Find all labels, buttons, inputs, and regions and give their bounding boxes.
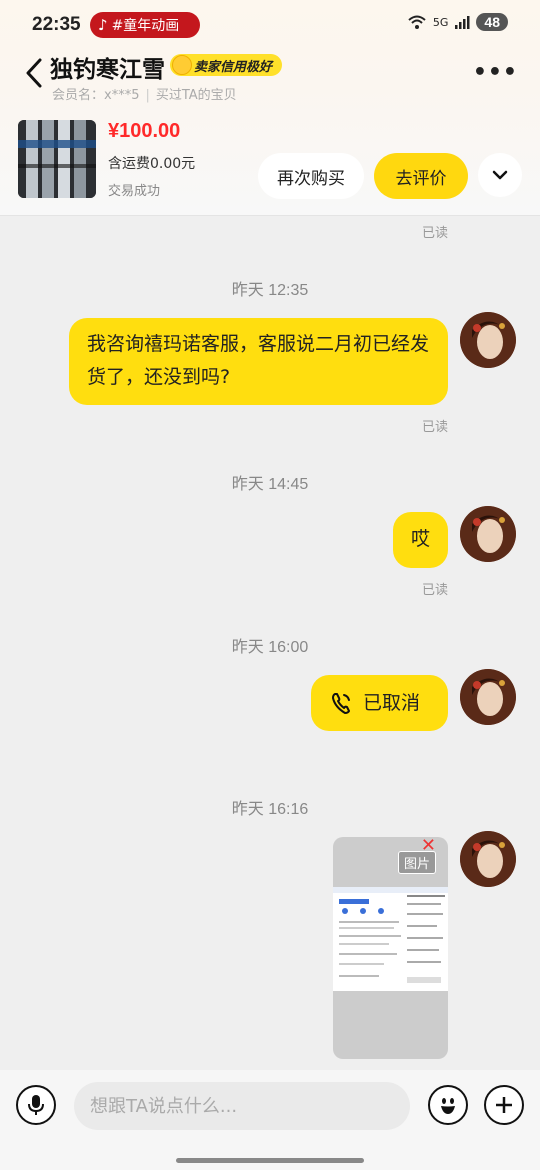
review-button[interactable]: 去评价 (374, 153, 468, 199)
member-info: 会员名：x***5 | 买过TA的宝贝 (52, 84, 237, 103)
fishing-rod-image (18, 120, 96, 198)
avatar-portrait-icon (460, 312, 516, 368)
status-bar: 22:35 ♪ #童年动画 5G 48 (0, 0, 540, 50)
message-bubble[interactable]: 我咨询禧玛诺客服，客服说二月初已经发货了，还没到吗? (69, 318, 448, 405)
avatar-portrait-icon (460, 831, 516, 887)
network-type: 5G (432, 15, 449, 29)
battery-indicator: 48 (476, 13, 508, 31)
image-message[interactable]: ✕ 图片 (333, 837, 448, 1059)
avatar[interactable] (460, 312, 516, 368)
order-price: ¥100.00 (108, 120, 181, 142)
message-timestamp: 昨天 16:16 (231, 801, 309, 818)
screenshot-thumbnail (333, 887, 448, 991)
message-bubble[interactable]: 哎 (393, 512, 448, 568)
avatar-portrait-icon (460, 506, 516, 562)
rebuy-button[interactable]: 再次购买 (258, 153, 364, 199)
app-pill-text: #童年动画 (111, 18, 180, 34)
credit-badge-label: 卖家信用极好 (194, 59, 273, 75)
seller-name[interactable]: 独钓寒江雪 (50, 50, 165, 84)
smiley-icon (441, 1098, 455, 1114)
chevron-down-icon (492, 170, 508, 180)
chevron-left-icon (26, 58, 42, 88)
status-time: 22:35 (32, 14, 81, 35)
call-record-bubble[interactable]: 已取消 (311, 675, 448, 731)
shipping-fee: 含运费0.00元 (108, 156, 196, 172)
bought-from-label[interactable]: 买过TA的宝贝 (156, 88, 237, 103)
avatar-portrait-icon (460, 669, 516, 725)
trade-status: 交易成功 (108, 184, 161, 199)
message-input[interactable] (74, 1082, 410, 1130)
status-indicators: 5G 48 (407, 13, 508, 31)
avatar[interactable] (460, 831, 516, 887)
member-name: 会员名：x***5 (52, 88, 140, 103)
read-receipt: 已读 (421, 420, 448, 435)
voice-input-button[interactable] (16, 1085, 56, 1125)
read-receipt: 已读 (421, 583, 448, 598)
divider: | (145, 88, 150, 103)
message-timestamp: 昨天 16:00 (231, 639, 309, 656)
seller-credit-badge[interactable]: 卖家信用极好 (170, 54, 283, 76)
wifi-icon (408, 15, 426, 29)
plus-icon (496, 1097, 512, 1113)
message-timestamp: 昨天 14:45 (231, 476, 309, 493)
emoji-button[interactable] (428, 1085, 468, 1125)
tiktok-icon: ♪ (98, 16, 108, 34)
call-status-label: 已取消 (363, 691, 421, 714)
heart-eyes-icon (172, 55, 192, 75)
signal-icon (455, 16, 470, 29)
more-options-button[interactable]: ••• (473, 60, 518, 85)
phone-cancelled-icon (332, 693, 350, 714)
read-receipt: 已读 (421, 226, 448, 241)
app-notification-pill[interactable]: ♪ #童年动画 (90, 12, 200, 38)
message-timestamp: 昨天 12:35 (231, 282, 309, 299)
microphone-icon (28, 1095, 44, 1115)
expand-order-button[interactable] (478, 153, 522, 197)
home-indicator[interactable] (176, 1158, 364, 1163)
more-actions-button[interactable] (484, 1085, 524, 1125)
avatar[interactable] (460, 506, 516, 562)
product-thumbnail[interactable] (18, 120, 96, 198)
back-button[interactable] (20, 56, 50, 90)
avatar[interactable] (460, 669, 516, 725)
